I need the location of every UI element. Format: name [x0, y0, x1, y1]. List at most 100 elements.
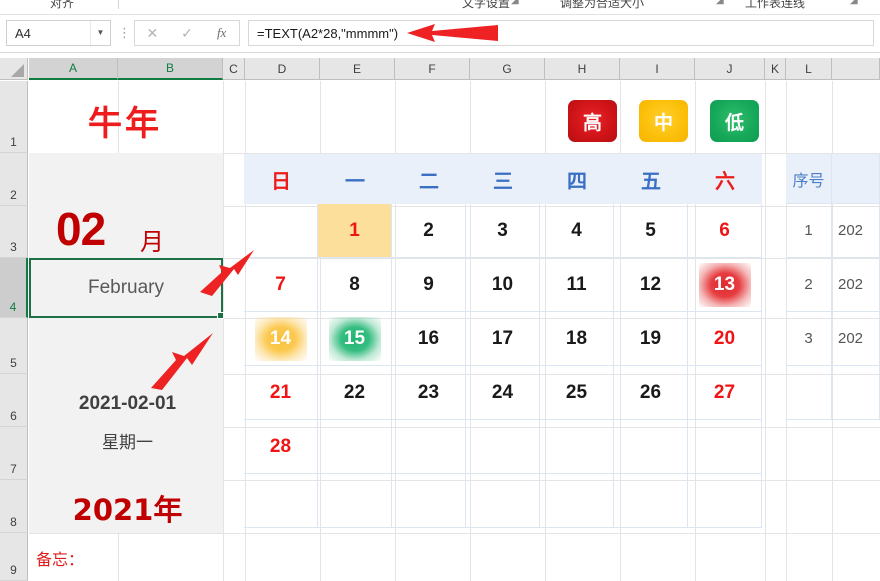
day-number: 6	[719, 219, 730, 241]
legend-badge-low[interactable]: 低	[710, 100, 759, 142]
row-header-7[interactable]: 7	[0, 427, 28, 480]
row-header-5[interactable]: 5	[0, 318, 28, 374]
calendar-day-cell[interactable]: 18	[540, 312, 614, 366]
legend-badge-mid[interactable]: 中	[639, 100, 688, 142]
formula-input[interactable]: =TEXT(A2*28,"mmmm")	[248, 20, 874, 46]
more-options-icon[interactable]: ⋮	[118, 25, 131, 41]
calendar-day-cell[interactable]	[466, 474, 540, 528]
column-header-F[interactable]: F	[395, 58, 470, 80]
row-header-2[interactable]: 2	[0, 153, 28, 206]
select-all-corner[interactable]	[0, 58, 28, 80]
month-number: 02	[56, 203, 106, 255]
calendar-day-cell[interactable]: 25	[540, 366, 614, 420]
day-number: 23	[417, 381, 440, 403]
ribbon-separator	[118, 0, 119, 9]
calendar-day-cell[interactable]	[392, 420, 466, 474]
calendar-day-cell[interactable]: 16	[392, 312, 466, 366]
row-header-3[interactable]: 3	[0, 206, 28, 258]
column-header-D[interactable]: D	[245, 58, 320, 80]
dialog-launcher-icon-3[interactable]: ◢	[850, 0, 858, 6]
column-header-B[interactable]: B	[118, 58, 223, 80]
column-header-H[interactable]: H	[545, 58, 620, 80]
calendar-day-cell[interactable]: 17	[466, 312, 540, 366]
column-header-A[interactable]: A	[29, 58, 118, 80]
calendar-day-cell[interactable]	[466, 420, 540, 474]
ribbon-group-autofit[interactable]: 调整为合适大小	[560, 0, 644, 11]
dialog-launcher-icon-1[interactable]: ◢	[511, 0, 519, 6]
side-table-value-cell[interactable]: 202	[832, 258, 880, 312]
side-table-index-cell[interactable]: 1	[786, 204, 832, 258]
calendar-day-cell[interactable]: 27	[688, 366, 762, 420]
calendar-day-cell[interactable]: 15	[318, 312, 392, 366]
calendar-day-cell[interactable]	[392, 474, 466, 528]
side-table-value-cell[interactable]: 202	[832, 204, 880, 258]
side-table-index-cell[interactable]	[786, 366, 832, 420]
row-header-9[interactable]: 9	[0, 533, 28, 581]
calendar-day-cell[interactable]: 23	[392, 366, 466, 420]
row-header-6[interactable]: 6	[0, 374, 28, 427]
calendar-day-cell[interactable]: 6	[688, 204, 762, 258]
calendar-day-cell[interactable]: 1	[318, 204, 392, 258]
calendar-day-cell[interactable]: 20	[688, 312, 762, 366]
calendar-day-cell[interactable]: 24	[466, 366, 540, 420]
ribbon-group-align[interactable]: 对齐	[50, 0, 74, 11]
calendar-day-cell[interactable]: 22	[318, 366, 392, 420]
calendar-day-cell[interactable]: 3	[466, 204, 540, 258]
calendar-day-cell[interactable]: 9	[392, 258, 466, 312]
calendar-day-cell[interactable]: 11	[540, 258, 614, 312]
legend-badge-high[interactable]: 高	[568, 100, 617, 142]
calendar-day-cell[interactable]	[540, 420, 614, 474]
cancel-icon[interactable]: ✕	[137, 25, 167, 42]
column-header-E[interactable]: E	[320, 58, 395, 80]
day-number: 2	[423, 219, 434, 241]
calendar-day-cell[interactable]: 5	[614, 204, 688, 258]
calendar-day-cell[interactable]	[688, 420, 762, 474]
fill-handle[interactable]	[217, 312, 224, 319]
row-header-1[interactable]: 1	[0, 81, 28, 153]
name-box[interactable]: A4 ▼	[6, 20, 111, 46]
calendar-day-cell[interactable]: 28	[244, 420, 318, 474]
row-header-4[interactable]: 4	[0, 258, 28, 318]
side-table-value-cell[interactable]	[832, 366, 880, 420]
calendar-day-cell[interactable]	[244, 204, 318, 258]
calendar-day-cell[interactable]	[318, 420, 392, 474]
calendar-day-cell[interactable]	[244, 474, 318, 528]
calendar-day-cell[interactable]: 2	[392, 204, 466, 258]
calendar-day-cell[interactable]: 10	[466, 258, 540, 312]
ribbon-group-sheetline[interactable]: 工作表连线	[745, 0, 805, 11]
calendar-day-cell[interactable]: 26	[614, 366, 688, 420]
calendar-day-cell[interactable]: 12	[614, 258, 688, 312]
side-table-index-cell[interactable]: 2	[786, 258, 832, 312]
side-table-value-cell[interactable]: 202	[832, 312, 880, 366]
calendar-day-cell[interactable]: 8	[318, 258, 392, 312]
side-table-index-cell[interactable]: 3	[786, 312, 832, 366]
chevron-down-icon[interactable]: ▼	[90, 21, 110, 45]
calendar-day-cell[interactable]: 13	[688, 258, 762, 312]
selected-cell-a4[interactable]: February	[29, 258, 223, 318]
column-header-blank[interactable]	[832, 58, 880, 80]
column-header-C[interactable]: C	[223, 58, 245, 80]
column-header-K[interactable]: K	[765, 58, 786, 80]
calendar-day-cell[interactable]	[614, 420, 688, 474]
column-header-I[interactable]: I	[620, 58, 695, 80]
ribbon-group-text[interactable]: 文字设置	[462, 0, 510, 11]
calendar-day-cell[interactable]: 14	[244, 312, 318, 366]
column-header-J[interactable]: J	[695, 58, 765, 80]
calendar-day-cell[interactable]	[540, 474, 614, 528]
calendar-weekday-2: 二	[419, 168, 439, 193]
column-header-G[interactable]: G	[470, 58, 545, 80]
calendar-day-cell[interactable]	[318, 474, 392, 528]
day-number: 4	[571, 219, 582, 241]
calendar-day-cell[interactable]: 21	[244, 366, 318, 420]
day-number: 12	[639, 273, 662, 295]
calendar-day-cell[interactable]: 19	[614, 312, 688, 366]
calendar-day-cell[interactable]	[688, 474, 762, 528]
confirm-icon[interactable]: ✓	[172, 25, 202, 42]
column-header-L[interactable]: L	[786, 58, 832, 80]
calendar-day-cell[interactable]	[614, 474, 688, 528]
calendar-day-cell[interactable]: 7	[244, 258, 318, 312]
dialog-launcher-icon-2[interactable]: ◢	[716, 0, 724, 6]
insert-function-icon[interactable]: fx	[207, 25, 237, 41]
calendar-day-cell[interactable]: 4	[540, 204, 614, 258]
row-header-8[interactable]: 8	[0, 480, 28, 533]
